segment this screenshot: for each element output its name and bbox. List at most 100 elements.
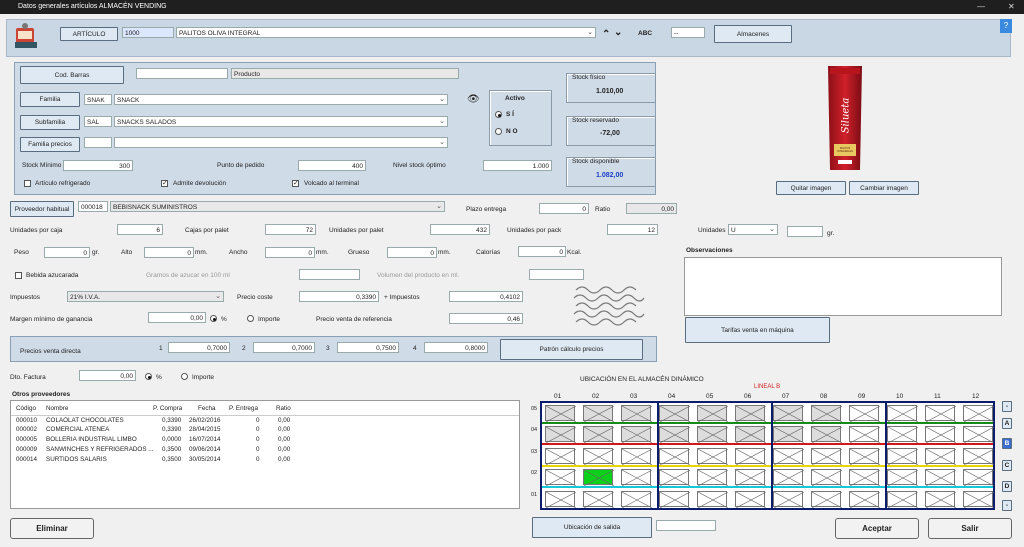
impuestos-select[interactable]: 21% I.V.A. ⌄ [67,291,224,302]
familia-precios-code-input[interactable] [84,137,112,148]
bebida-checkbox[interactable] [15,272,22,279]
unidades-pack-input[interactable]: 12 [607,224,658,235]
close-icon[interactable]: ✕ [1008,2,1015,11]
warehouse-cell[interactable] [735,426,766,444]
warehouse-cell[interactable] [849,490,880,508]
stock-minimo-input[interactable]: 300 [63,160,133,171]
margen-input[interactable]: 0,00 [148,312,206,323]
warehouse-cell[interactable] [811,405,842,422]
table-row[interactable]: 000014 SURTIDOS SALARIS 0,3500 30/05/201… [11,455,519,465]
gr-input[interactable] [787,226,823,237]
warehouse-cell[interactable] [697,469,728,487]
grueso-input[interactable]: 0 [387,247,437,258]
alto-input[interactable]: 0 [144,247,194,258]
unidades-caja-input[interactable]: 6 [117,224,163,235]
warehouse-cell[interactable] [697,447,728,465]
warehouse-cell[interactable] [925,426,956,444]
warehouse-cell[interactable] [621,490,652,508]
warehouse-cell[interactable] [697,426,728,444]
ubicacion-salida-input[interactable] [656,520,716,531]
warehouse-cell[interactable] [849,447,880,465]
warehouse-cell[interactable] [773,469,804,487]
warehouse-cell[interactable] [545,405,576,422]
devolucion-checkbox[interactable]: ✓ [161,180,168,187]
refrigerado-checkbox[interactable] [24,180,31,187]
table-row[interactable]: 000010 COLAOLAT CHOCOLATES 0,3390 26/02/… [11,415,519,425]
aceptar-button[interactable]: Aceptar [835,518,919,539]
warehouse-cell[interactable] [659,469,690,487]
lineal-button-b[interactable]: B [1002,438,1012,449]
ancho-input[interactable]: 0 [265,247,315,258]
warehouse-cell[interactable] [773,426,804,444]
warehouse-cell[interactable] [963,469,994,487]
familia-precios-select[interactable]: ⌄ [114,137,448,148]
table-row[interactable]: 000002 COMERCIAL ATENEA 0,3390 28/04/201… [11,425,519,435]
articulo-button[interactable]: ARTÍCULO [60,27,118,41]
warehouse-cell[interactable] [583,490,614,508]
eye-icon[interactable]: 👁 [467,94,480,105]
patron-calculo-button[interactable]: Patrón cálculo precios [500,339,643,360]
familia-select[interactable]: SNACK ⌄ [114,94,448,105]
lineal-button-a[interactable]: A [1002,418,1012,429]
article-name-select[interactable]: PALITOS OLIVA INTEGRAL ⌄ [176,27,596,38]
warehouse-cell[interactable] [545,490,576,508]
warehouse-cell[interactable] [811,490,842,508]
pvr-input[interactable]: 0,46 [449,313,523,324]
table-row[interactable]: 000005 BOLLERIA INDUSTRIAL LIMBO 0,0000 … [11,435,519,445]
activo-no-radio[interactable] [495,128,502,135]
warehouse-cell[interactable] [849,426,880,444]
warehouse-cell[interactable] [963,490,994,508]
warehouse-cell[interactable] [697,490,728,508]
dto-importe-radio[interactable] [181,373,188,380]
warehouse-cell[interactable] [963,426,994,444]
pvd-4-input[interactable]: 0,8000 [424,342,488,353]
warehouse-cell[interactable] [735,447,766,465]
warehouse-cell[interactable] [887,469,918,487]
abc-input[interactable]: -- [671,27,705,38]
activo-si-radio[interactable] [495,111,502,118]
warehouse-cell[interactable] [545,426,576,444]
peso-input[interactable]: 0 [44,247,90,258]
warehouse-cell[interactable] [735,490,766,508]
previous-arrow-icon[interactable]: ⌃ [602,29,610,40]
warehouse-cell[interactable] [811,469,842,487]
margen-pct-radio[interactable] [210,315,217,322]
warehouse-cell[interactable] [773,405,804,422]
lineal-button-d[interactable]: D [1002,481,1012,492]
precio-coste-input[interactable]: 0,3390 [299,291,379,302]
proveedor-habitual-button[interactable]: Proveedor habitual [10,201,74,217]
warehouse-cell[interactable] [735,405,766,422]
warehouse-cell[interactable] [925,469,956,487]
warehouse-cell[interactable] [583,447,614,465]
familia-precios-button[interactable]: Familia precios [20,137,80,152]
pvd-1-input[interactable]: 0,7000 [168,342,230,353]
subfamilia-select[interactable]: SNACKS SALADOS ⌄ [114,116,448,127]
warehouse-cell[interactable] [659,490,690,508]
subfamilia-code-input[interactable]: SAL [84,116,112,127]
subfamilia-button[interactable]: Subfamilia [20,115,80,130]
warehouse-cell[interactable] [925,447,956,465]
warehouse-cell[interactable] [621,469,652,487]
lineal-button-c[interactable]: C [1002,460,1012,471]
warehouse-cell[interactable] [925,490,956,508]
familia-button[interactable]: Familia [20,92,80,107]
warehouse-cell[interactable] [659,426,690,444]
warehouse-cell[interactable] [887,405,918,422]
warehouse-cell[interactable] [887,490,918,508]
minimize-icon[interactable]: — [977,2,985,11]
eliminar-button[interactable]: Eliminar [10,518,94,539]
tarifas-button[interactable]: Tarifas venta en máquina [685,317,830,343]
margen-importe-radio[interactable] [247,315,254,322]
warehouse-cell[interactable] [659,405,690,422]
unidades-select[interactable]: U ⌄ [728,224,778,235]
ratio-input[interactable]: 0,00 [626,203,677,214]
ubicacion-salida-button[interactable]: Ubicación de salida [532,517,652,538]
warehouse-cell[interactable] [583,469,614,487]
warehouse-cell[interactable] [887,426,918,444]
warehouse-cell[interactable] [963,405,994,422]
cajas-palet-input[interactable]: 72 [265,224,316,235]
pvd-2-input[interactable]: 0,7000 [253,342,315,353]
cod-barras-button[interactable]: Cod. Barras [20,66,124,84]
volumen-input[interactable] [529,269,584,280]
next-arrow-icon[interactable]: ⌄ [614,27,622,38]
